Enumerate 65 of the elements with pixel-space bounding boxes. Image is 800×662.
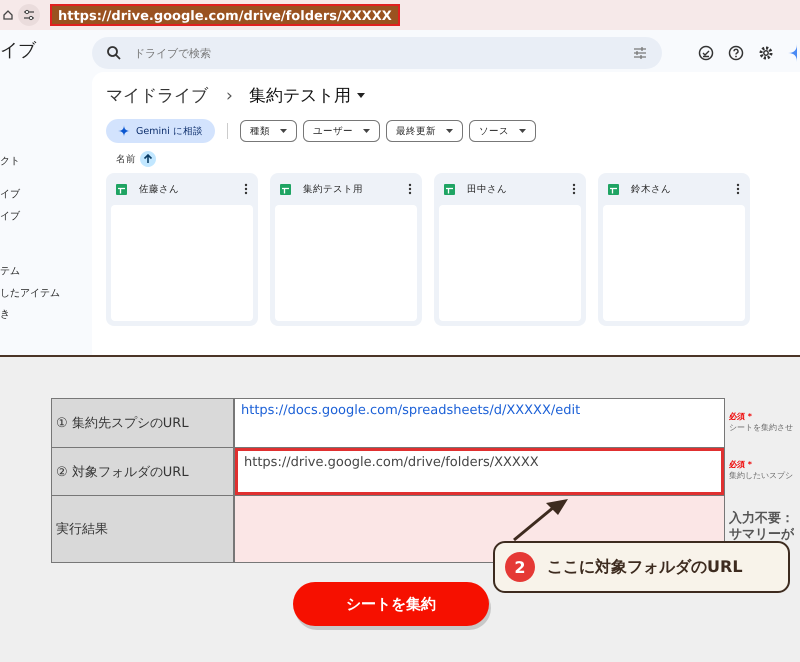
filter-chip[interactable]: ソース	[468, 120, 536, 142]
more-icon[interactable]	[408, 183, 412, 195]
file-name: 集約テスト用	[303, 182, 364, 196]
required-label: 必須 *	[729, 411, 753, 422]
file-name: 鈴木さん	[631, 182, 672, 196]
more-icon[interactable]	[244, 183, 248, 195]
sidebar-item[interactable]: き	[0, 307, 10, 321]
more-icon[interactable]	[572, 183, 576, 195]
sidebar-item[interactable]: テム	[0, 264, 20, 278]
hint-text: 集約したいスプシ	[729, 470, 794, 481]
settings-icon[interactable]	[758, 45, 774, 61]
input-field[interactable]: https://drive.google.com/drive/folders/XXXXX	[235, 448, 724, 495]
file-card[interactable]: 集約テスト用	[270, 173, 422, 326]
sidebar-item[interactable]: イブ	[0, 209, 20, 223]
caret-icon	[280, 129, 287, 133]
more-icon[interactable]	[736, 183, 740, 195]
file-card[interactable]: 鈴木さん	[598, 173, 750, 326]
sparkle-icon	[118, 125, 130, 137]
sparkle-icon[interactable]	[788, 44, 798, 62]
home-icon[interactable]	[2, 9, 14, 21]
search-input[interactable]: ドライブで検索	[132, 46, 622, 60]
hint-text: 入力不要：	[729, 511, 794, 527]
sidebar-item[interactable]: クト	[0, 154, 20, 168]
gemini-button[interactable]: Gemini に相談	[106, 119, 215, 143]
breadcrumb-link[interactable]: マイドライブ	[106, 84, 208, 107]
sidebar-item[interactable]: イブ	[0, 187, 20, 201]
file-name: 佐藤さん	[139, 182, 180, 196]
app-title: イブ	[0, 39, 38, 62]
spreadsheet-icon	[444, 184, 455, 194]
spreadsheet-icon	[116, 184, 127, 194]
folder-title[interactable]: 集約テスト用	[248, 84, 351, 107]
search-icon	[106, 45, 122, 61]
site-settings-icon[interactable]	[18, 4, 40, 26]
file-name: 田中さん	[467, 182, 508, 196]
sidebar-item[interactable]: したアイテム	[0, 286, 60, 300]
address-bar[interactable]: https://drive.google.com/drive/folders/XXXXX	[50, 4, 400, 26]
step-number: 2	[505, 552, 535, 582]
hint-text: サマリーが	[729, 527, 794, 543]
caret-icon	[518, 129, 526, 133]
file-card[interactable]: 佐藤さん	[106, 173, 258, 326]
field-label: ① 集約先スプシのURL	[52, 399, 233, 447]
check-circle-icon[interactable]	[698, 45, 714, 61]
filter-chip[interactable]: ユーザー	[302, 120, 380, 142]
caret-icon[interactable]	[356, 93, 365, 98]
arrow-up-icon[interactable]	[140, 151, 156, 167]
filter-chip[interactable]: 最終更新	[386, 120, 463, 142]
filter-options-icon[interactable]	[632, 45, 648, 61]
spreadsheet-icon	[608, 184, 619, 194]
search-field[interactable]: ドライブで検索	[92, 37, 662, 69]
filter-chip[interactable]: 種類	[240, 120, 297, 142]
field-label: 実行結果	[52, 496, 233, 562]
required-label: 必須 *	[729, 459, 753, 470]
sort-label[interactable]: 名前	[116, 152, 136, 166]
caret-icon	[362, 129, 370, 133]
callout-text: ここに対象フォルダのURL	[547, 556, 743, 578]
file-card[interactable]: 田中さん	[434, 173, 586, 326]
spreadsheet-icon	[280, 184, 291, 194]
help-icon[interactable]	[728, 45, 744, 61]
input-field[interactable]: https://docs.google.com/spreadsheets/d/XXXXX/edit	[235, 399, 724, 447]
hint-text: シートを集約させ	[729, 422, 794, 433]
caret-icon	[446, 129, 453, 133]
field-label: ② 対象フォルダのURL	[52, 448, 233, 495]
url-link[interactable]: https://docs.google.com/spreadsheets/d/XXXXX/edit	[241, 403, 580, 418]
submit-button[interactable]: シートを集約	[293, 582, 489, 626]
breadcrumb-separator: ›	[226, 86, 233, 106]
